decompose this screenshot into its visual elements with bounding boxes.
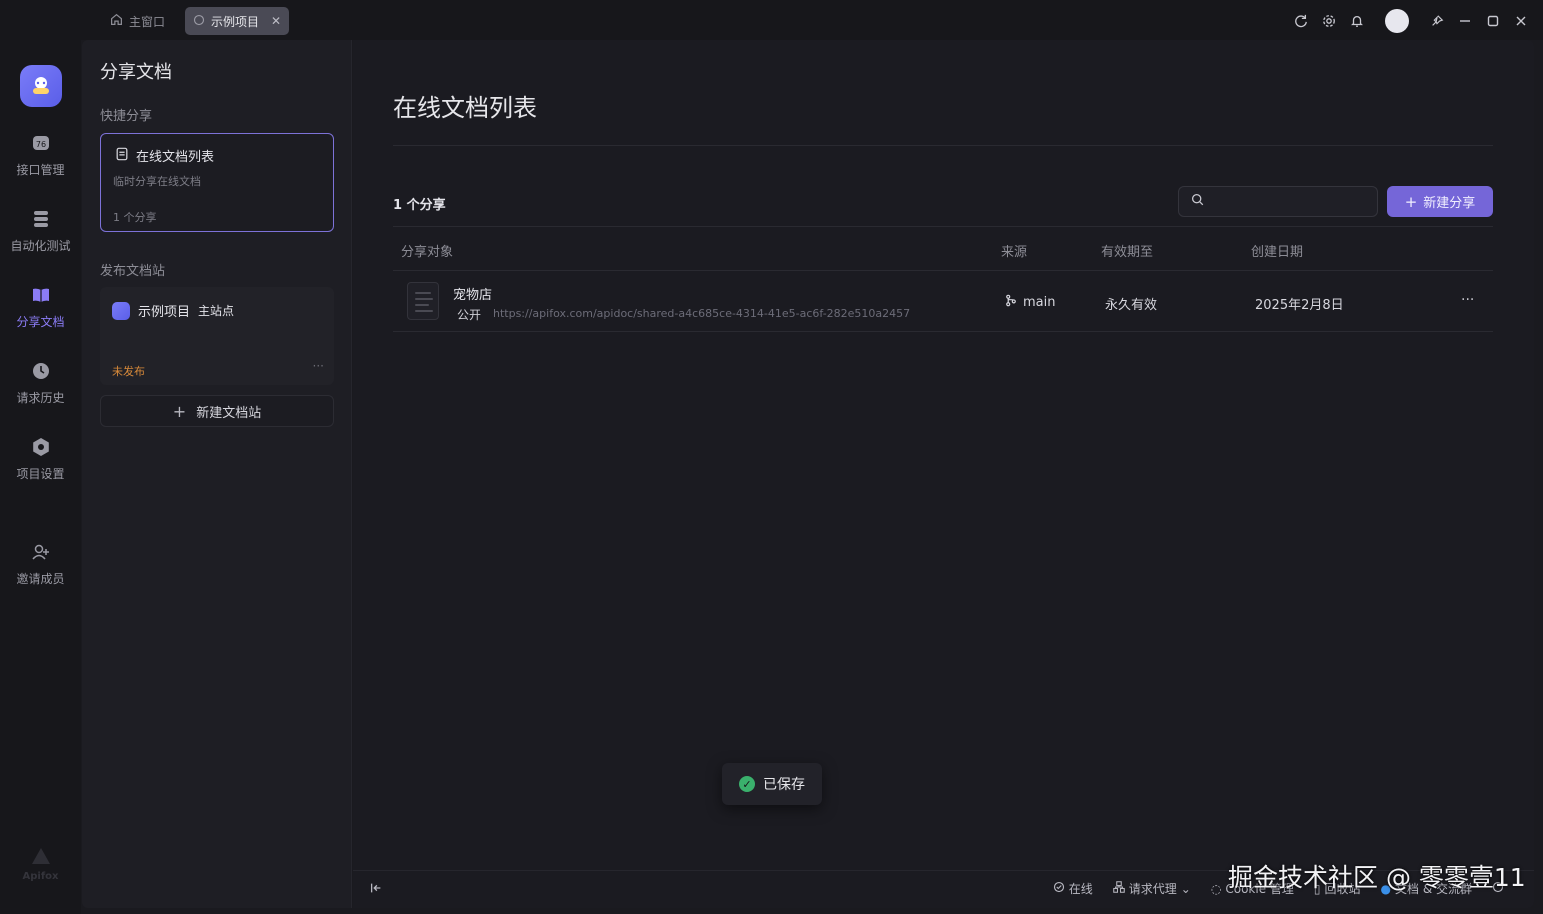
tab-project-label: 示例项目 bbox=[211, 14, 260, 29]
col-expires: 有效期至 bbox=[1101, 245, 1154, 260]
quick-share-label: 快捷分享 bbox=[100, 109, 153, 124]
nav-label-api: 接口管理 bbox=[16, 163, 65, 177]
online-docs-card-subtitle: 临时分享在线文档 bbox=[113, 175, 201, 188]
nav-item-invite[interactable]: 邀请成员 bbox=[0, 542, 81, 587]
search-input[interactable] bbox=[1212, 194, 1372, 209]
doc-site-card[interactable]: 示例项目 主站点 未发布 ··· bbox=[100, 287, 334, 385]
nav-label-share-docs: 分享文档 bbox=[16, 315, 65, 329]
check-circle-icon bbox=[1053, 881, 1065, 896]
divider bbox=[393, 145, 1493, 146]
tab-home-label: 主窗口 bbox=[129, 14, 166, 29]
new-doc-site-label: 新建文档站 bbox=[196, 405, 262, 421]
book-icon bbox=[31, 285, 51, 308]
search-icon bbox=[1191, 193, 1204, 210]
gear-icon[interactable] bbox=[1315, 8, 1343, 34]
new-doc-site-button[interactable]: + 新建文档站 bbox=[100, 395, 334, 427]
nav-footer-label: Apifox bbox=[22, 871, 59, 882]
col-source: 来源 bbox=[1001, 245, 1028, 260]
row-more-button[interactable]: ··· bbox=[1461, 292, 1474, 308]
row-source: main bbox=[1005, 294, 1055, 311]
saved-toast: ✓ 已保存 bbox=[722, 763, 822, 805]
online-docs-card-count: 1 个分享 bbox=[113, 211, 157, 224]
nav-label-history: 请求历史 bbox=[16, 391, 65, 405]
project-icon bbox=[193, 14, 205, 29]
online-label: 在线 bbox=[1068, 882, 1093, 896]
site-more-button[interactable]: ··· bbox=[313, 359, 324, 373]
check-icon: ✓ bbox=[739, 776, 755, 792]
toast-text: 已保存 bbox=[763, 777, 805, 793]
title-bar: 主窗口 示例项目 ✕ bbox=[0, 0, 1543, 40]
new-share-button[interactable]: + 新建分享 bbox=[1387, 186, 1493, 217]
minimize-icon[interactable] bbox=[1451, 8, 1479, 34]
nav-label-project-settings: 项目设置 bbox=[16, 467, 65, 481]
tab-home[interactable]: 主窗口 bbox=[104, 8, 171, 34]
settings-icon bbox=[31, 437, 51, 460]
tab-close-icon[interactable]: ✕ bbox=[271, 14, 281, 28]
nav-label-auto-test: 自动化测试 bbox=[10, 239, 71, 253]
col-created: 创建日期 bbox=[1251, 245, 1304, 260]
document-icon bbox=[115, 147, 129, 165]
branch-icon bbox=[1005, 294, 1017, 311]
row-expires: 永久有效 bbox=[1105, 298, 1158, 313]
row-visibility: 公开 bbox=[457, 308, 482, 322]
nav-item-project-settings[interactable]: 项目设置 bbox=[0, 437, 81, 482]
online-docs-card[interactable]: 在线文档列表 临时分享在线文档 1 个分享 bbox=[100, 133, 334, 232]
home-icon bbox=[110, 13, 123, 29]
svg-text:76: 76 bbox=[35, 140, 45, 149]
bell-icon[interactable] bbox=[1343, 8, 1371, 34]
clock-icon bbox=[31, 361, 51, 384]
network-icon bbox=[1113, 881, 1125, 896]
proxy-label: 请求代理 bbox=[1128, 882, 1177, 896]
collapse-sidebar-icon[interactable] bbox=[369, 881, 383, 898]
maximize-icon[interactable] bbox=[1479, 8, 1507, 34]
new-share-label: 新建分享 bbox=[1423, 196, 1476, 211]
app-logo[interactable] bbox=[20, 65, 62, 107]
pin-icon[interactable] bbox=[1423, 8, 1451, 34]
tab-project[interactable]: 示例项目 ✕ bbox=[185, 7, 289, 35]
col-share-target: 分享对象 bbox=[401, 245, 454, 260]
document-icon bbox=[407, 282, 439, 320]
table-header: 分享对象 来源 有效期至 创建日期 bbox=[393, 226, 1493, 271]
publish-site-label: 发布文档站 bbox=[100, 264, 166, 279]
site-name: 示例项目 bbox=[138, 305, 191, 320]
row-source-label: main bbox=[1023, 295, 1056, 310]
nav-footer-logo: Apifox bbox=[0, 846, 81, 882]
close-icon[interactable] bbox=[1507, 8, 1535, 34]
page-title: 在线文档列表 bbox=[393, 94, 537, 122]
refresh-icon[interactable] bbox=[1287, 8, 1315, 34]
site-logo-icon bbox=[112, 301, 130, 320]
nav-item-api[interactable]: 76 接口管理 bbox=[0, 133, 81, 178]
share-count: 1 个分享 bbox=[393, 198, 446, 213]
nav-item-auto-test[interactable]: 自动化测试 bbox=[0, 209, 81, 254]
nav-item-history[interactable]: 请求历史 bbox=[0, 361, 81, 406]
online-docs-card-title: 在线文档列表 bbox=[136, 150, 215, 165]
nav-label-invite: 邀请成员 bbox=[16, 572, 65, 586]
search-box[interactable] bbox=[1178, 186, 1378, 217]
plus-icon: + bbox=[1404, 192, 1418, 211]
nav-item-share-docs[interactable]: 分享文档 bbox=[0, 285, 81, 330]
api-icon: 76 bbox=[31, 133, 51, 156]
plus-icon: + bbox=[172, 401, 187, 421]
online-status[interactable]: 在线 bbox=[1053, 880, 1093, 897]
left-nav: 76 接口管理 自动化测试 分享文档 请求历史 项目设置 邀请成员 Apifox bbox=[0, 40, 81, 914]
row-created: 2025年2月8日 bbox=[1255, 298, 1344, 313]
watermark: 掘金技术社区 @ 零零壹11 bbox=[1228, 863, 1526, 892]
panel-title: 分享文档 bbox=[100, 62, 172, 83]
site-status-badge: 未发布 bbox=[112, 365, 145, 378]
site-tag: 主站点 bbox=[198, 304, 235, 318]
invite-icon bbox=[31, 542, 51, 565]
window-toolbar bbox=[1287, 8, 1535, 34]
row-url[interactable]: https://apifox.com/apidoc/shared-a4c685c… bbox=[493, 307, 910, 320]
test-icon bbox=[31, 209, 51, 232]
chevron-down-icon: ⌄ bbox=[1180, 881, 1191, 896]
share-docs-panel: 分享文档 快捷分享 在线文档列表 临时分享在线文档 1 个分享 发布文档站 示例… bbox=[82, 40, 352, 908]
avatar[interactable] bbox=[1385, 9, 1409, 33]
main-content: 在线文档列表 1 个分享 + 新建分享 分享对象 来源 有效期至 创建日期 宠物… bbox=[353, 40, 1534, 908]
row-name[interactable]: 宠物店 bbox=[453, 284, 492, 303]
table-row[interactable]: 宠物店 公开 https://apifox.com/apidoc/shared-… bbox=[393, 272, 1493, 332]
cookie-icon: ◌ bbox=[1210, 881, 1222, 896]
proxy-menu[interactable]: 请求代理 ⌄ bbox=[1113, 880, 1191, 897]
